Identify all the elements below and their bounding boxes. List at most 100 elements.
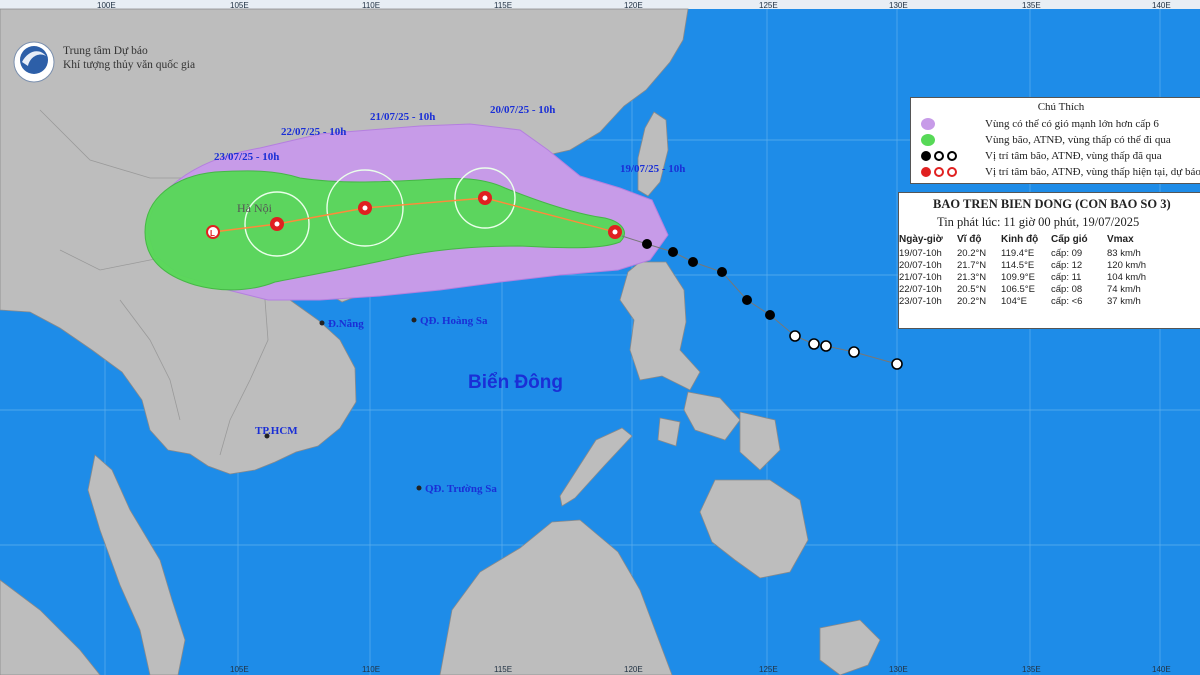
time-label-22-07: 22/07/25 - 10h [281, 126, 346, 138]
table-row: 21/07-10h 21.3°N 109.9°E cấp: 11 104 km/… [899, 271, 1146, 283]
past-storm-icon [765, 310, 775, 320]
cell-level: cấp: <6 [1051, 295, 1083, 307]
forecast-position-icons [921, 167, 985, 177]
past-low-icon [891, 358, 903, 370]
bulletin-panel: BAO TREN BIEN DONG (CON BAO SO 3) Tin ph… [898, 192, 1200, 329]
legend-text: Vị trí tâm bão, ATNĐ, vùng thấp đã qua [985, 150, 1162, 162]
legend-text: Vùng có thể có gió mạnh lớn hơn cấp 6 [985, 118, 1159, 130]
lon-label: 100E [97, 1, 116, 10]
lon-label: 120E [624, 1, 643, 10]
col-header: Kinh độ [1001, 234, 1039, 245]
cell-lat: 20.2°N [957, 295, 987, 307]
cell-vmax: 37 km/h [1107, 295, 1141, 307]
legend-row: Vị trí tâm bão, ATNĐ, vùng thấp hiện tại… [921, 164, 1200, 180]
storm-zone-swatch [921, 134, 935, 146]
svg-text:L: L [210, 229, 215, 238]
cell-lat: 20.5°N [957, 283, 987, 295]
time-label-21-07: 21/07/25 - 10h [370, 111, 435, 123]
table-row: 22/07-10h 20.5°N 106.5°E cấp: 08 74 km/h [899, 283, 1146, 295]
storm-icon-21-07 [358, 201, 372, 215]
legend-row: Vùng bão, ATNĐ, vùng thấp có thể đi qua [921, 132, 1171, 148]
time-label-23-07: 23/07/25 - 10h [214, 151, 279, 163]
lon-label: 140E [1152, 1, 1171, 10]
cell-lon: 104°E [1001, 295, 1027, 307]
cell-vmax: 83 km/h [1107, 247, 1141, 259]
col-header: Vmax [1107, 234, 1134, 245]
hanoi-label: Hà Nội [237, 201, 273, 215]
past-depression-icon [820, 340, 832, 352]
cell-time: 19/07-10h [899, 247, 942, 259]
past-storm-icon [642, 239, 652, 249]
cell-time: 22/07-10h [899, 283, 942, 295]
cell-lon: 106.5°E [1001, 283, 1035, 295]
cell-vmax: 120 km/h [1107, 259, 1147, 271]
past-storm-icon [742, 295, 752, 305]
legend-panel: Chú Thích Vùng có thể có gió mạnh lớn hơ… [910, 97, 1200, 184]
lon-label: 125E [759, 665, 778, 674]
lon-label: 130E [889, 1, 908, 10]
lon-label: 105E [230, 665, 249, 674]
cell-level: cấp: 12 [1051, 259, 1083, 271]
agency-name: Trung tâm Dự báo Khí tượng thủy văn quốc… [63, 44, 195, 72]
bulletin-issued: Tin phát lúc: 11 giờ 00 phút, 19/07/2025 [937, 215, 1140, 229]
hcm-label: TP.HCM [255, 425, 298, 437]
time-label-19-07: 19/07/25 - 10h [620, 163, 685, 175]
lon-label: 135E [1022, 1, 1041, 10]
cell-level: cấp: 08 [1051, 283, 1083, 295]
past-storm-icon [688, 257, 698, 267]
cell-lat: 20.2°N [957, 247, 987, 259]
lon-label: 105E [230, 1, 249, 10]
cell-lat: 21.7°N [957, 259, 987, 271]
lon-label: 110E [362, 665, 380, 674]
legend-title: Chú Thích [1037, 101, 1085, 113]
legend-text: Vị trí tâm bão, ATNĐ, vùng thấp hiện tại… [985, 166, 1200, 178]
low-icon-23-07: L [206, 225, 220, 239]
cell-time: 23/07-10h [899, 295, 942, 307]
cell-time: 20/07-10h [899, 259, 942, 271]
cell-vmax: 74 km/h [1107, 283, 1141, 295]
top-scale-bar [0, 0, 1200, 9]
legend-row: Vùng có thể có gió mạnh lớn hơn cấp 6 [921, 116, 1159, 132]
past-depression-icon [789, 330, 801, 342]
storm-icon-22-07 [270, 217, 284, 231]
table-row: 23/07-10h 20.2°N 104°E cấp: <6 37 km/h [899, 295, 1146, 307]
lon-label: 135E [1022, 665, 1041, 674]
cell-lon: 114.5°E [1001, 259, 1035, 271]
danang-label: Đ.Nẵng [328, 318, 364, 330]
storm-icon-20-07 [478, 191, 492, 205]
cell-level: cấp: 11 [1051, 271, 1082, 283]
agency-line-1: Trung tâm Dự báo [63, 45, 148, 57]
table-row: 19/07-10h 20.2°N 119.4°E cấp: 09 83 km/h [899, 247, 1146, 259]
legend-row: Vị trí tâm bão, ATNĐ, vùng thấp đã qua [921, 148, 1162, 164]
cell-lon: 109.9°E [1001, 271, 1035, 283]
past-position-icons [921, 151, 985, 161]
truongsa-label: QĐ. Trường Sa [425, 483, 497, 495]
cell-time: 21/07-10h [899, 271, 942, 283]
lon-label: 140E [1152, 665, 1171, 674]
lon-label: 125E [759, 1, 778, 10]
col-header: Vĩ độ [957, 234, 982, 245]
past-storm-icon [668, 247, 678, 257]
agency-line-2: Khí tượng thủy văn quốc gia [63, 59, 196, 71]
table-header-row: Ngày-giờ Vĩ độ Kinh độ Cấp gió Vmax [899, 234, 1146, 247]
past-depression-icon [808, 338, 820, 350]
bulletin-table: Ngày-giờ Vĩ độ Kinh độ Cấp gió Vmax 19/0… [899, 234, 1146, 307]
lon-label: 120E [624, 665, 643, 674]
time-label-20-07: 20/07/25 - 10h [490, 104, 555, 116]
lon-label: 115E [494, 665, 512, 674]
col-header: Ngày-giờ [899, 234, 943, 245]
lon-label: 110E [362, 1, 380, 10]
past-depression-icon [848, 346, 860, 358]
cell-lon: 119.4°E [1001, 247, 1035, 259]
lon-label: 115E [494, 1, 512, 10]
lon-label: 130E [889, 665, 908, 674]
table-row: 20/07-10h 21.7°N 114.5°E cấp: 12 120 km/… [899, 259, 1146, 271]
hoangsa-label: QĐ. Hoàng Sa [420, 315, 488, 327]
cell-level: cấp: 09 [1051, 247, 1083, 259]
cell-vmax: 104 km/h [1107, 271, 1147, 283]
cell-lat: 21.3°N [957, 271, 987, 283]
strong-wind-swatch [921, 118, 935, 130]
storm-icon-current [608, 225, 622, 239]
bien-dong-label: Biển Đông [468, 372, 563, 393]
col-header: Cấp gió [1051, 234, 1088, 245]
